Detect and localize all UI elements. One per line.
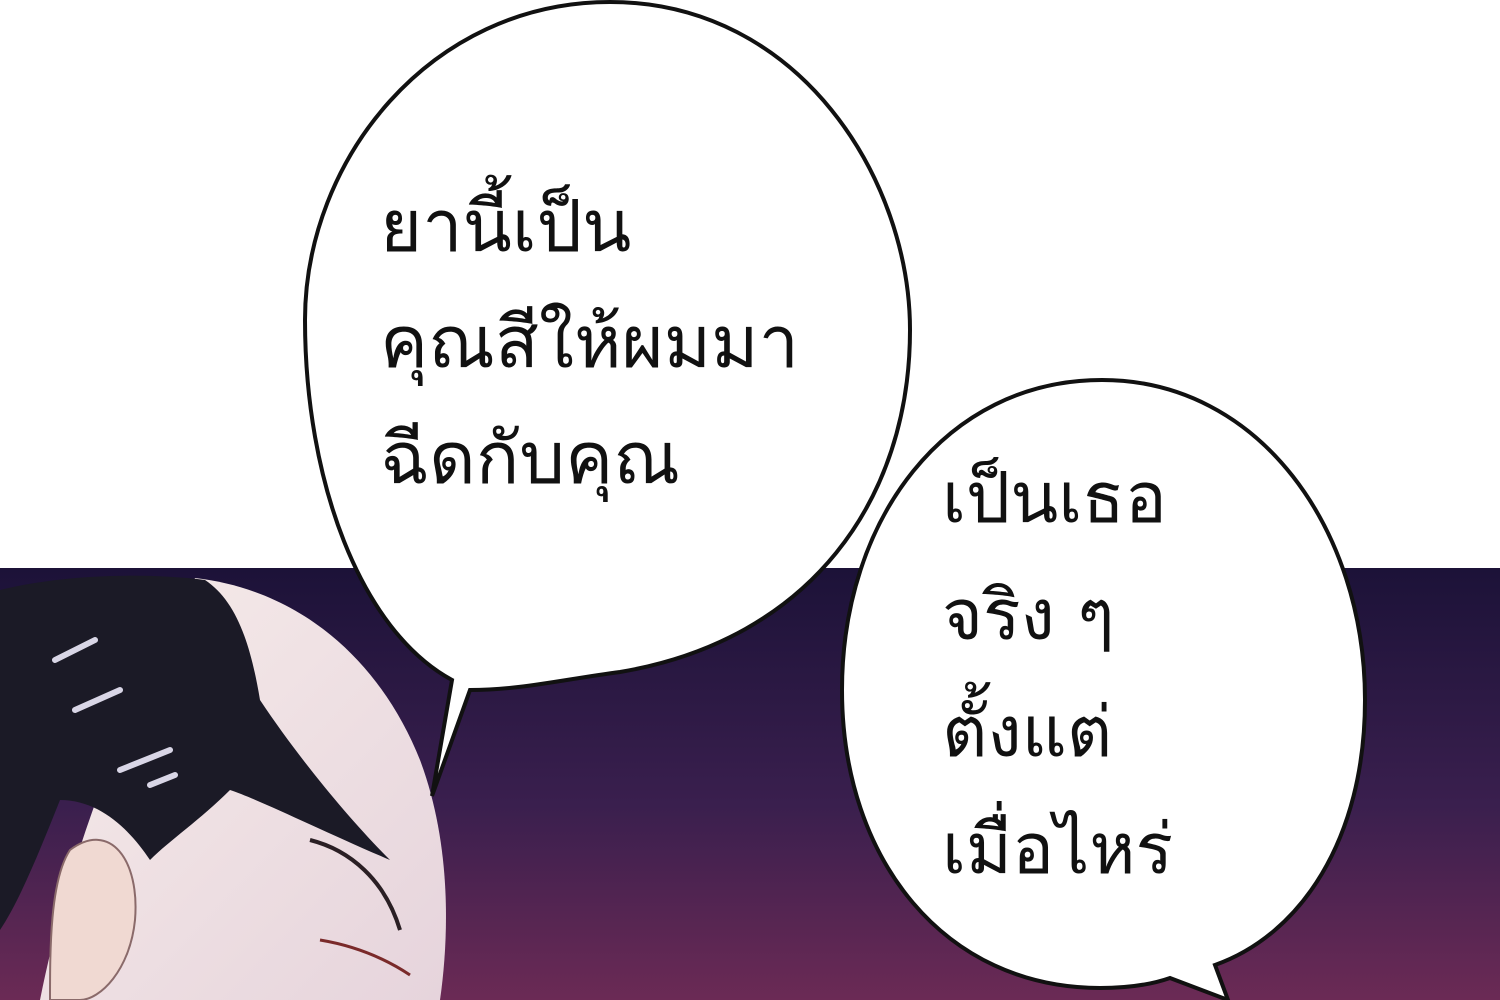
bubble-1-line: ฉีดกับคุณ bbox=[380, 416, 681, 500]
bubble-2-line: เมื่อไหร่ bbox=[942, 808, 1174, 890]
bubble-2-line: จริง ๆ bbox=[942, 574, 1115, 656]
bubble-1-line: คุณสีให้ผมมา bbox=[380, 300, 800, 384]
bubble-1-line: ยานี้เป็น bbox=[380, 184, 632, 268]
speech-bubble-1-text: ยานี้เป็น คุณสีให้ผมมา ฉีดกับคุณ bbox=[380, 168, 799, 516]
speech-bubble-2-text: เป็นเธอ จริง ๆ ตั้งแต่ เมื่อไหร่ bbox=[942, 440, 1173, 908]
comic-panel: ยานี้เป็น คุณสีให้ผมมา ฉีดกับคุณ เป็นเธอ… bbox=[0, 0, 1500, 1000]
bubble-2-line: เป็นเธอ bbox=[942, 457, 1167, 539]
bubble-2-line: ตั้งแต่ bbox=[942, 691, 1113, 773]
